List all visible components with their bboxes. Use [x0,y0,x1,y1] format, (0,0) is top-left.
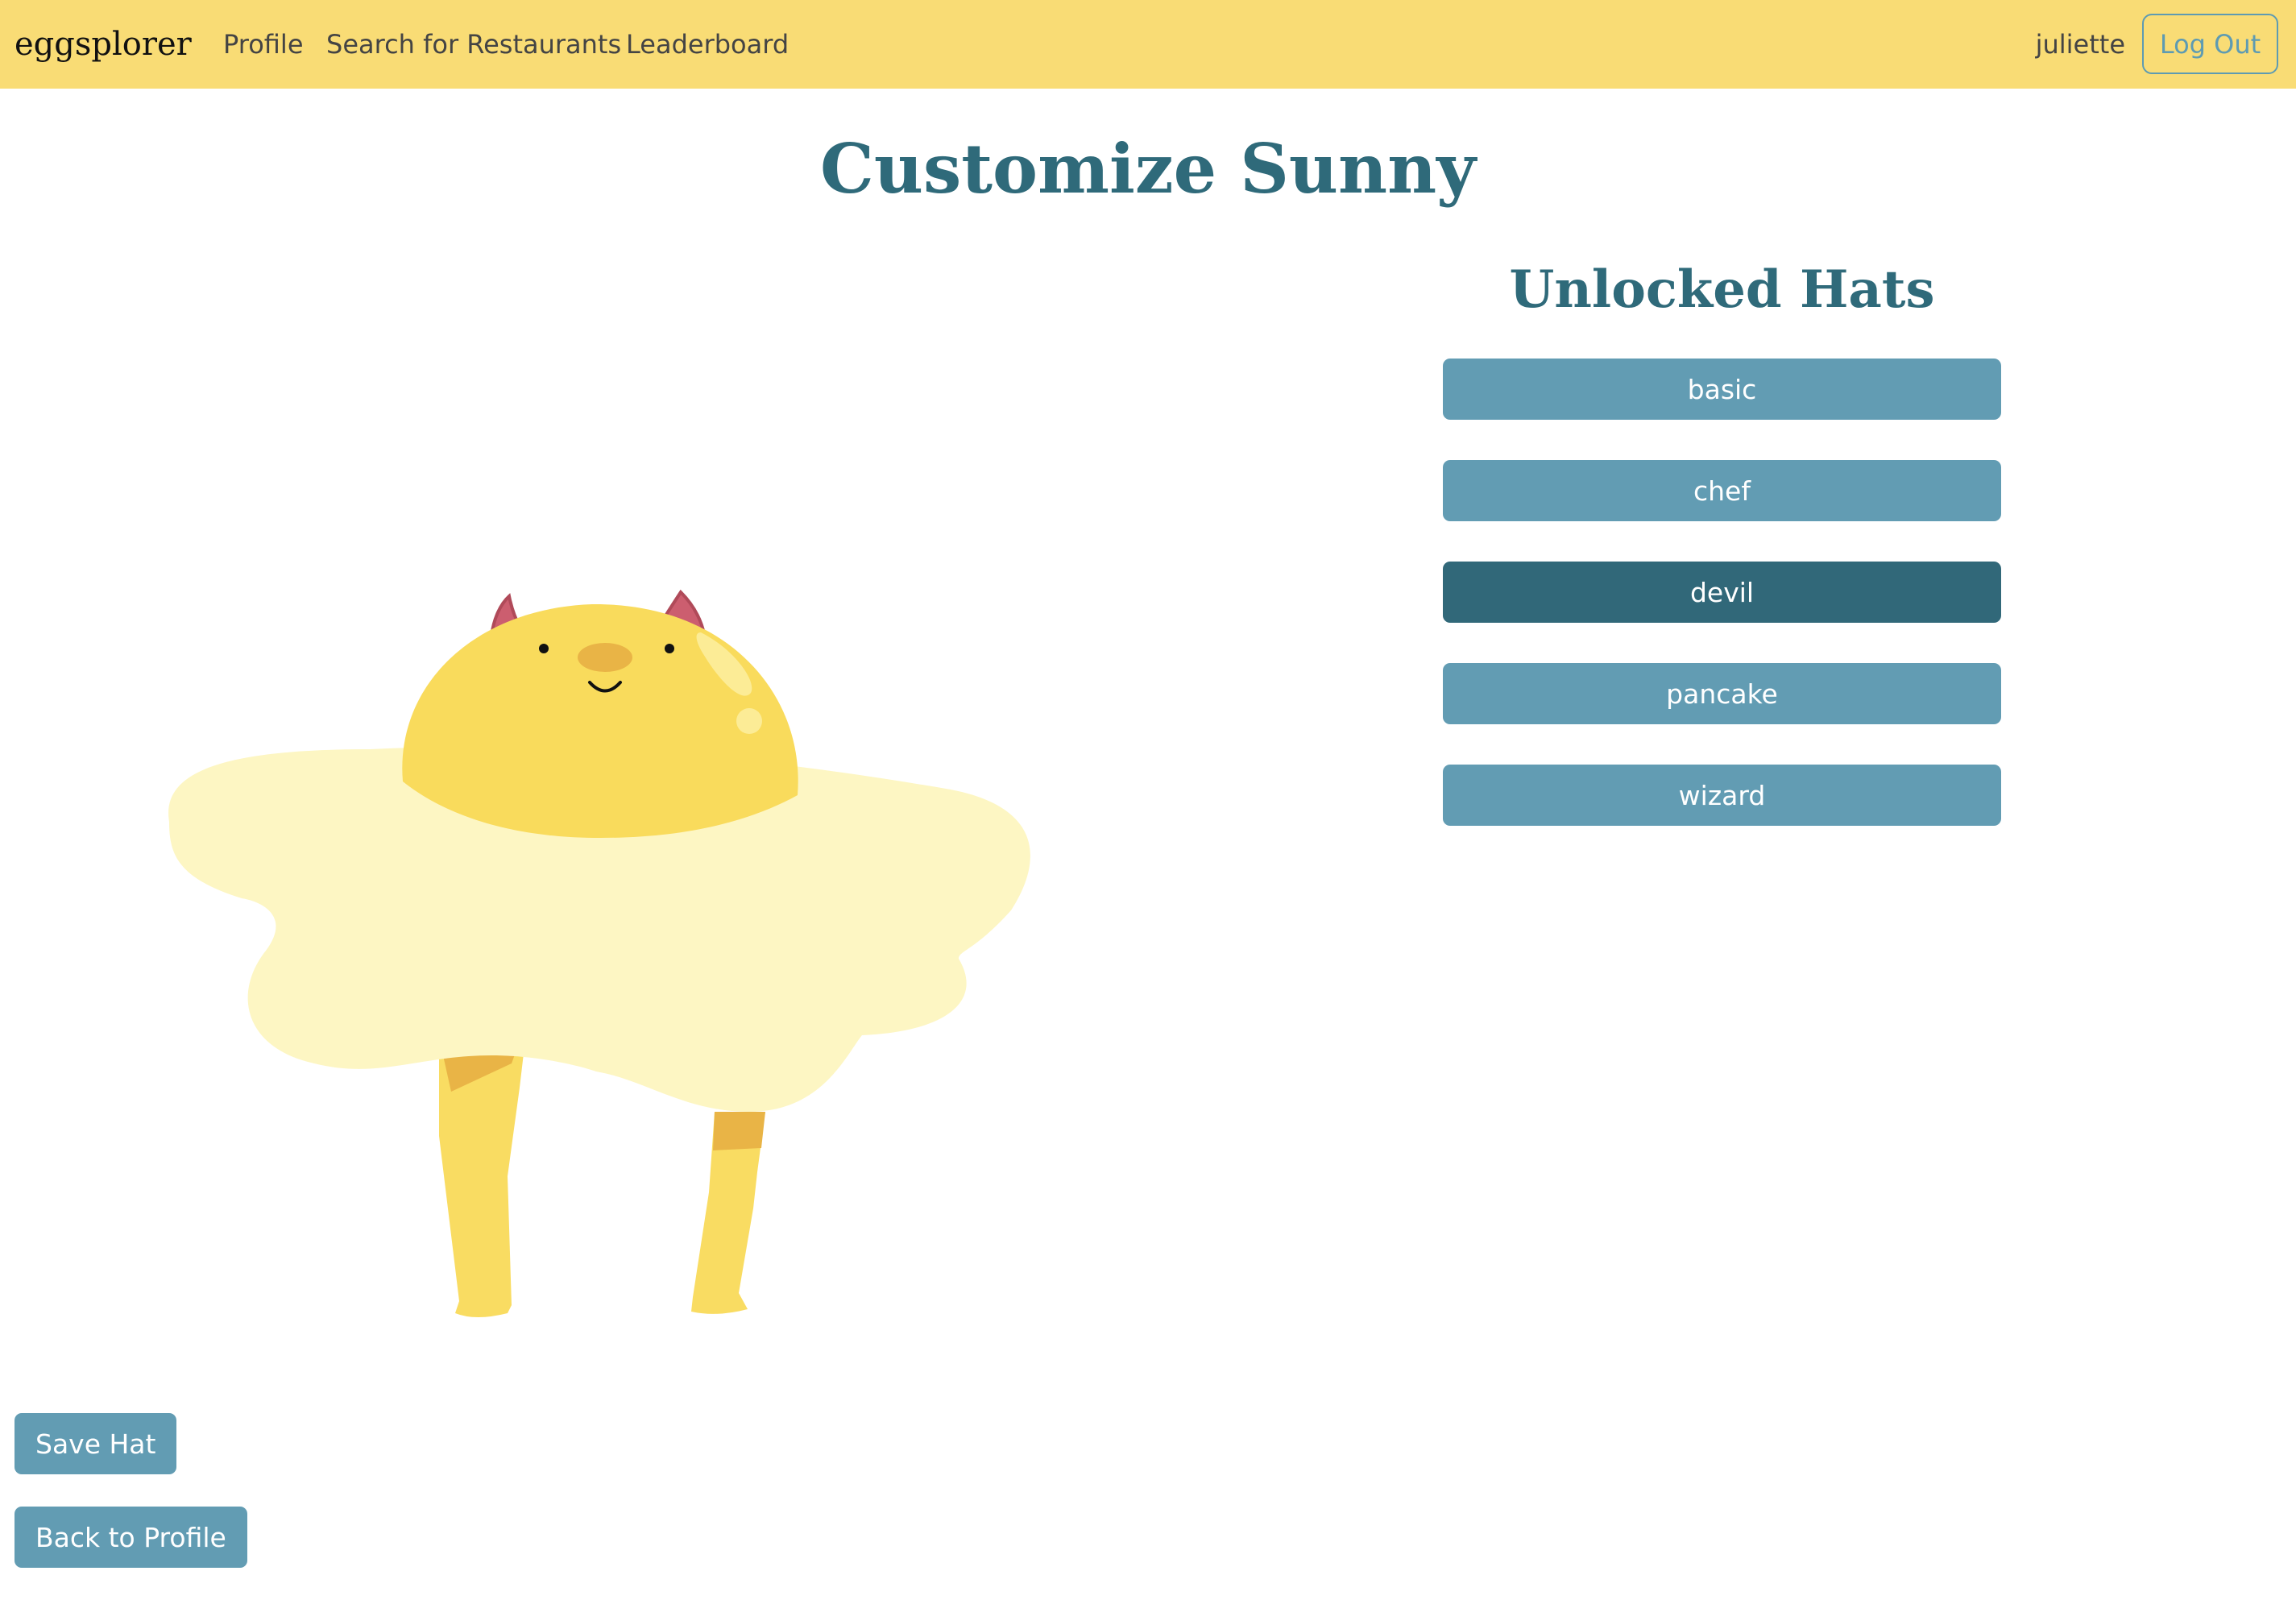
brand-logo[interactable]: eggsplorer [15,23,192,66]
hat-option-basic[interactable]: basic [1443,359,2001,420]
logout-button[interactable]: Log Out [2142,14,2278,74]
hat-option-pancake[interactable]: pancake [1443,663,2001,724]
unlocked-hats-title: Unlocked Hats [1509,259,1935,320]
back-to-profile-button[interactable]: Back to Profile [15,1507,247,1568]
sunny-egg-character [168,589,1030,1317]
save-hat-button[interactable]: Save Hat [15,1413,177,1474]
hat-option-chef[interactable]: chef [1443,460,2001,521]
hat-list: basic chef devil pancake wizard [1443,359,2001,866]
navbar: eggsplorer Profile Search for Restaurant… [0,0,2296,89]
nav-link-leaderboard[interactable]: Leaderboard [626,23,789,66]
nav-link-profile[interactable]: Profile [223,23,304,66]
username: juliette [2035,29,2125,60]
page-title: Customize Sunny [820,129,1476,209]
hat-option-wizard[interactable]: wizard [1443,765,2001,826]
hat-option-devil[interactable]: devil [1443,562,2001,623]
nav-link-search-restaurants[interactable]: Search for Restaurants [326,23,621,66]
